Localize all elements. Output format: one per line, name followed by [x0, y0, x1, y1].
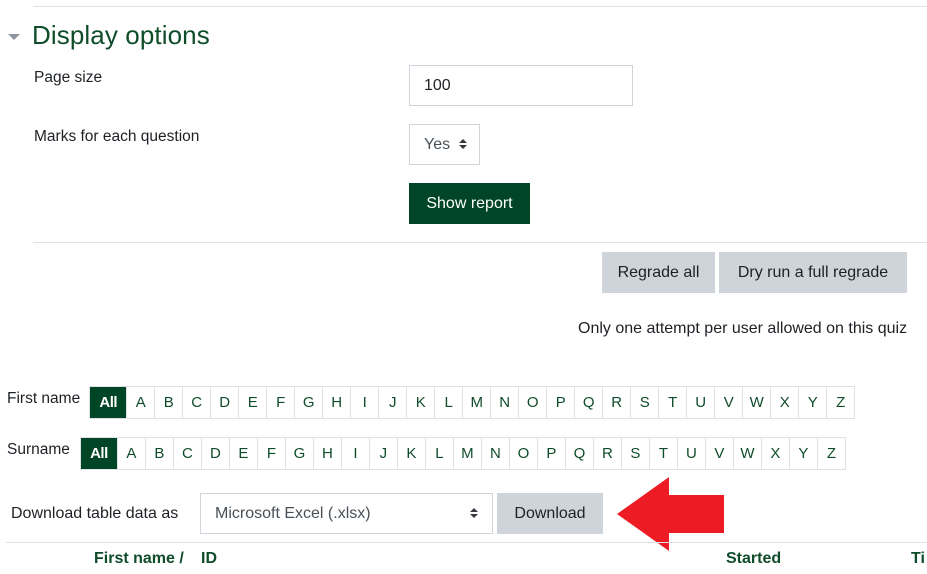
initial-p[interactable]: P [536, 438, 565, 469]
download-format-select[interactable]: Microsoft Excel (.xlsx) [200, 493, 493, 534]
marks-label: Marks for each question [34, 128, 200, 145]
initial-z[interactable]: Z [816, 438, 845, 469]
initial-y[interactable]: Y [788, 438, 817, 469]
initial-all[interactable]: All [80, 438, 117, 469]
initial-h[interactable]: H [312, 438, 341, 469]
first-name-pager: All ABCDEFGHIJKLMNOPQRSTUVWXYZ [89, 386, 856, 419]
initial-m[interactable]: M [452, 438, 481, 469]
surname-initials-bar: Surname All ABCDEFGHIJKLMNOPQRSTUVWXYZ [7, 437, 846, 470]
initial-b[interactable]: B [154, 387, 183, 418]
column-header-time[interactable]: Ti [911, 550, 925, 568]
surname-initials-label: Surname [7, 440, 70, 458]
attempt-notice: Only one attempt per user allowed on thi… [578, 320, 908, 337]
select-arrows-icon [470, 508, 478, 518]
initial-l[interactable]: L [434, 387, 463, 418]
download-label: Download table data as [11, 505, 179, 522]
marks-select[interactable]: Yes [409, 124, 480, 165]
initial-w[interactable]: W [732, 438, 761, 469]
initial-g[interactable]: G [294, 387, 323, 418]
initial-k[interactable]: K [406, 387, 435, 418]
initial-s[interactable]: S [630, 387, 659, 418]
initial-m[interactable]: M [462, 387, 491, 418]
section-divider [33, 242, 927, 243]
initial-k[interactable]: K [396, 438, 425, 469]
initial-t[interactable]: T [658, 387, 687, 418]
marks-select-value: Yes [424, 136, 451, 153]
column-header-first-name[interactable]: First name / [94, 550, 184, 568]
initial-w[interactable]: W [742, 387, 771, 418]
initial-c[interactable]: C [182, 387, 211, 418]
first-name-initials-label: First name [7, 389, 81, 407]
initial-v[interactable]: V [714, 387, 743, 418]
initial-i[interactable]: I [340, 438, 369, 469]
first-name-initials-bar: First name All ABCDEFGHIJKLMNOPQRSTUVWXY… [7, 386, 856, 419]
initial-g[interactable]: G [284, 438, 313, 469]
page-size-label: Page size [34, 69, 103, 86]
column-header-id[interactable]: ID [201, 550, 217, 568]
collapse-caret-icon[interactable] [8, 33, 20, 40]
table-top-divider [6, 542, 927, 543]
initial-c[interactable]: C [172, 438, 201, 469]
initial-all[interactable]: All [90, 387, 127, 418]
initial-e[interactable]: E [228, 438, 257, 469]
initial-n[interactable]: N [480, 438, 509, 469]
initial-d[interactable]: D [200, 438, 229, 469]
initial-a[interactable]: A [126, 387, 155, 418]
surname-pager: All ABCDEFGHIJKLMNOPQRSTUVWXYZ [79, 437, 846, 470]
initial-q[interactable]: Q [574, 387, 603, 418]
initial-u[interactable]: U [686, 387, 715, 418]
section-title: Display options [32, 20, 210, 50]
display-options-header[interactable]: Display options [8, 20, 210, 51]
initial-f[interactable]: F [256, 438, 285, 469]
show-report-button[interactable]: Show report [409, 183, 530, 224]
red-arrow-annotation-icon [617, 477, 724, 551]
download-format-value: Microsoft Excel (.xlsx) [215, 505, 371, 522]
initial-j[interactable]: J [378, 387, 407, 418]
initial-z[interactable]: Z [826, 387, 855, 418]
initial-x[interactable]: X [760, 438, 789, 469]
initial-i[interactable]: I [350, 387, 379, 418]
initial-r[interactable]: R [592, 438, 621, 469]
initial-x[interactable]: X [770, 387, 799, 418]
dry-run-regrade-button[interactable]: Dry run a full regrade [719, 252, 907, 293]
top-divider [33, 6, 927, 7]
initial-o[interactable]: O [508, 438, 537, 469]
page-size-input[interactable]: 100 [409, 65, 633, 106]
initial-a[interactable]: A [116, 438, 145, 469]
initial-p[interactable]: P [546, 387, 575, 418]
column-header-started[interactable]: Started [726, 550, 781, 568]
initial-v[interactable]: V [704, 438, 733, 469]
initial-q[interactable]: Q [564, 438, 593, 469]
initial-u[interactable]: U [676, 438, 705, 469]
initial-s[interactable]: S [620, 438, 649, 469]
initial-l[interactable]: L [424, 438, 453, 469]
initial-t[interactable]: T [648, 438, 677, 469]
initial-h[interactable]: H [322, 387, 351, 418]
initial-y[interactable]: Y [798, 387, 827, 418]
regrade-all-button[interactable]: Regrade all [602, 252, 715, 293]
initial-j[interactable]: J [368, 438, 397, 469]
initial-n[interactable]: N [490, 387, 519, 418]
initial-e[interactable]: E [238, 387, 267, 418]
initial-o[interactable]: O [518, 387, 547, 418]
initial-f[interactable]: F [266, 387, 295, 418]
initial-r[interactable]: R [602, 387, 631, 418]
download-button[interactable]: Download [497, 493, 603, 534]
select-arrows-icon [459, 139, 467, 149]
initial-d[interactable]: D [210, 387, 239, 418]
initial-b[interactable]: B [144, 438, 173, 469]
